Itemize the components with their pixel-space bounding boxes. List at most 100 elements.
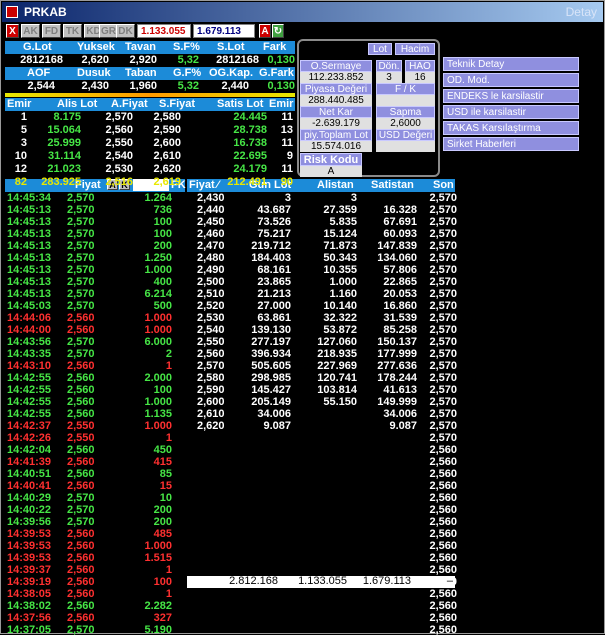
orderbook-row[interactable]: 5 15.064 2,560 2,590 28.738 13 (5, 124, 295, 137)
orderbook-header-satislot: Satis Lot (217, 98, 264, 110)
son-value: 2,570 (429, 252, 457, 264)
refresh-icon[interactable]: ↻ (272, 24, 284, 38)
toolbar: X AK FD TK KD GR DK 1.133.055 1.679.113 … (2, 24, 603, 39)
son-value: 2,560 (429, 480, 457, 492)
orderbook-s-fiyat: 2,590 (153, 124, 181, 136)
tick-time: 14:37:05 (7, 624, 52, 635)
od-mod-button[interactable]: OD. Mod. (443, 73, 579, 87)
summary2-values: 2,544 2,430 1,960 5,32 2,440 0,130 (5, 80, 295, 93)
orderbook-header-emir-sell: Emir (269, 98, 294, 110)
orderbook-emir-sell: 9 (286, 150, 293, 162)
piyasa-degeri-label: Piyasa Değeri (300, 83, 372, 95)
orderbook-s-fiyat: 2,580 (153, 111, 181, 123)
orderbook-header-afiyat: A.Fiyat (111, 98, 148, 110)
toolbar-value-field-2[interactable]: 1.679.113 (193, 24, 255, 38)
summary2-aof: 2,544 (27, 80, 55, 92)
summary1-header: G.Lot Yuksek Tavan S.F% S.Lot Fark (5, 41, 295, 54)
orderbook-a-fiyat: 2,530 (105, 163, 133, 175)
orderbook-a-fiyat: 2,550 (105, 137, 133, 149)
net-kar-label: Net Kar (300, 106, 372, 118)
divider-bar (5, 93, 295, 97)
summary1-slot: 2812168 (216, 54, 259, 66)
orderbook-row[interactable]: 1 8.175 2,570 2,580 24.445 11 (5, 111, 295, 124)
orderbook-row[interactable]: 12 21.023 2,530 2,620 24.179 11 (5, 163, 295, 176)
orderbook-row[interactable]: 3 25.999 2,550 2,600 16.738 11 (5, 137, 295, 150)
orderbook-emir-buy: 12 (14, 163, 27, 175)
orderbook-emir-sell: 11 (281, 137, 293, 149)
toolbar-ak-button[interactable]: AK (21, 24, 40, 38)
osermaye-value: 112.233.852 (300, 72, 372, 83)
net-kar-value: -2.639.179 (300, 118, 372, 129)
sapma-value: 2,6000 (376, 118, 435, 129)
toolbar-fd-button[interactable]: FD (42, 24, 61, 38)
son-value: 2,560 (429, 588, 457, 600)
orderbook-emir-buy: 3 (20, 137, 27, 149)
orderbook-emir-buy: 5 (20, 124, 27, 136)
sirket-haberleri-button[interactable]: Sirket Haberleri (443, 137, 579, 151)
son-value: 2,570 (429, 228, 457, 240)
toolbar-value-field-1[interactable]: 1.133.055 (137, 24, 191, 38)
orderbook-header-emir-buy: Emir (7, 98, 32, 110)
son-list: 2,570 2,570 2,570 2,570 2,570 2,570 2,570 2,570… (405, 192, 457, 635)
summary2-header-gf: G.F% (173, 67, 202, 79)
summary1-tavan: 2,920 (129, 54, 157, 66)
orderbook-satis-lot: 28.738 (233, 124, 267, 136)
orderbook-alis-lot: 8.175 (53, 111, 81, 123)
orderbook-a-fiyat-total: 2,516 (105, 176, 133, 188)
tick-price: 2,570 (67, 624, 95, 635)
son-value: 2,560 (429, 516, 457, 528)
son-value: 2,570 (429, 264, 457, 276)
depth-gunlot: 9.087 (263, 420, 291, 432)
orderbook-a-fiyat: 2,540 (105, 150, 133, 162)
hacim-button[interactable]: Hacim (395, 43, 435, 55)
endeks-karsilastir-button[interactable]: ENDEKS le karsilastir (443, 89, 579, 103)
son-value: 2,560 (429, 600, 457, 612)
depth-header-alistan: Alistan (317, 179, 354, 191)
summary2-gfark: 0,130 (267, 80, 295, 92)
son-value: 2,560 (429, 492, 457, 504)
son-value: 2,560 (429, 552, 457, 564)
summary2-gf: 5,32 (177, 80, 199, 92)
orderbook-emir-sell: 11 (281, 111, 293, 123)
orderbook-emir-sell: 13 (280, 124, 293, 136)
son-value: 2,570 (429, 372, 457, 384)
teknik-detay-button[interactable]: Teknik Detay (443, 57, 579, 71)
title-bar[interactable]: PRKAB Detay (2, 2, 603, 22)
depth-total-alistan: 1.133.055 (298, 575, 347, 587)
donem-label: Dön. (376, 60, 402, 72)
orderbook-alis-lot: 31.114 (47, 150, 81, 162)
piyasa-degeri-value: 288.440.485 (300, 95, 372, 106)
depth-price: 2,620 (197, 420, 225, 432)
summary1-header-slot: S.Lot (217, 41, 245, 53)
toolbar-dk-button[interactable]: DK (116, 24, 135, 38)
orderbook-satis-lot: 24.179 (233, 163, 267, 175)
summary1-header-glot: G.Lot (23, 41, 52, 53)
summary1-header-sf: S.F% (173, 41, 200, 53)
tick-lot: 5.190 (144, 624, 172, 635)
son-value: 2,570 (429, 240, 457, 252)
close-icon[interactable]: X (6, 24, 19, 38)
lot-button[interactable]: Lot (368, 43, 392, 55)
tick-row[interactable]: 14:37:05 2,570 5.190 (7, 624, 184, 635)
usd-karsilastir-button[interactable]: USD ile karsilastir (443, 105, 579, 119)
orderbook-header-alislot: Alis Lot (57, 98, 98, 110)
son-value: 2,560 (429, 468, 457, 480)
orderbook-s-fiyat: 2,620 (153, 163, 181, 175)
summary2-dusuk: 2,430 (81, 80, 109, 92)
son-value: 2,570 (429, 312, 457, 324)
risk-kodu-value: A (300, 166, 362, 177)
summary1-header-tavan: Tavan (125, 41, 156, 53)
ticks-list[interactable]: 14:45:34 2,570 1.264 14:45:13 2,570 736 14:45:… (7, 192, 184, 635)
fk-value (376, 95, 435, 106)
son-value: 2,570 (429, 300, 457, 312)
toolbar-tk-button[interactable]: TK (63, 24, 82, 38)
son-value: 2,560 (429, 528, 457, 540)
son-value: 2,570 (429, 216, 457, 228)
orderbook-totals-row[interactable]: 82 283.925 2,516 2,619 212.491 90 (5, 176, 295, 189)
hao-value: 16 (405, 72, 435, 83)
takas-karsilastirma-button[interactable]: TAKAS Karsılaştırma (443, 121, 579, 135)
orderbook-alis-lot: 21.023 (47, 163, 81, 175)
son-value: 2,560 (429, 540, 457, 552)
toolbar-a-button[interactable]: A (259, 24, 271, 38)
orderbook-row[interactable]: 10 31.114 2,540 2,610 22.695 9 (5, 150, 295, 163)
